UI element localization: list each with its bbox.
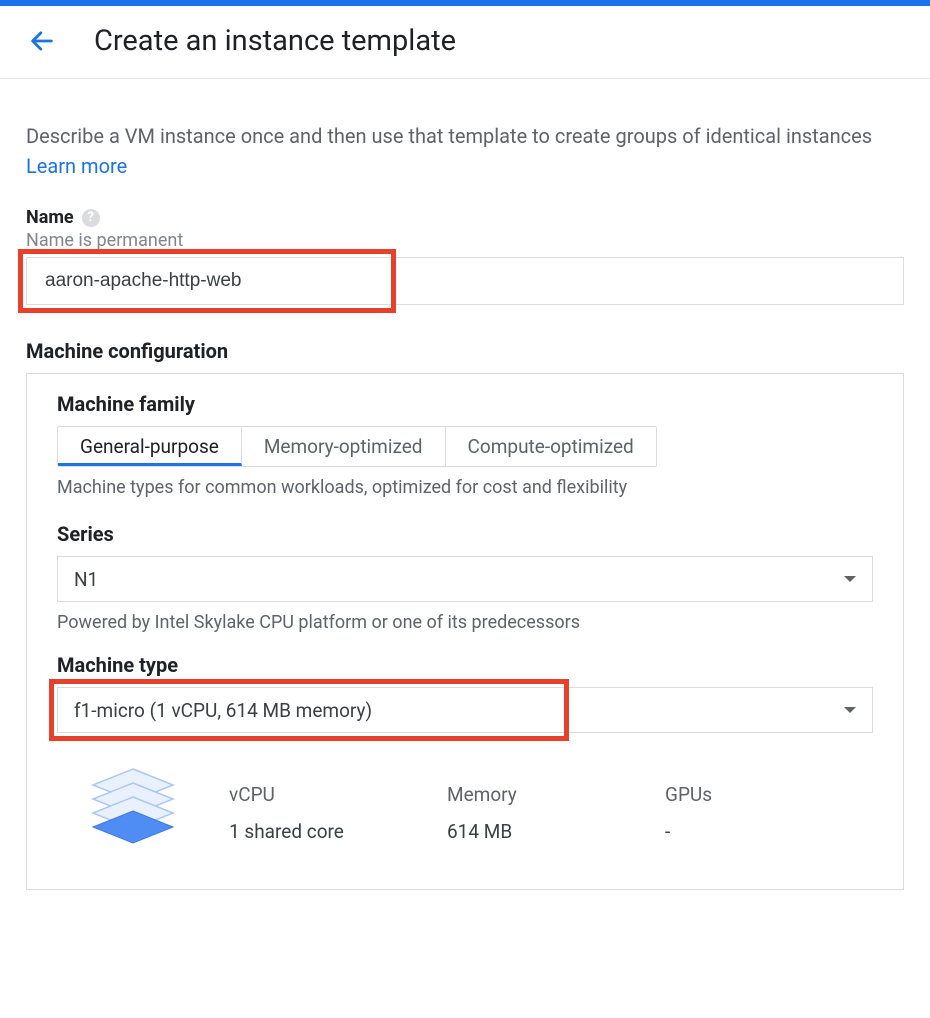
series-select[interactable]: N1 — [57, 556, 873, 602]
learn-more-link[interactable]: Learn more — [26, 154, 127, 178]
series-group: Series N1 Powered by Intel Skylake CPU p… — [57, 522, 873, 633]
machine-family-label: Machine family — [57, 392, 873, 416]
machine-type-value: f1-micro (1 vCPU, 614 MB memory) — [74, 699, 372, 722]
vcpu-value: 1 shared core — [229, 820, 399, 843]
back-arrow-icon[interactable] — [26, 25, 58, 57]
series-value: N1 — [74, 568, 98, 591]
name-input[interactable] — [26, 257, 904, 305]
chevron-down-icon — [844, 576, 856, 582]
page-title: Create an instance template — [94, 24, 456, 58]
chevron-down-icon — [844, 707, 856, 713]
tab-general-purpose[interactable]: General-purpose — [58, 427, 242, 466]
machine-family-hint: Machine types for common workloads, opti… — [57, 477, 873, 498]
memory-label: Memory — [447, 783, 617, 806]
name-sublabel: Name is permanent — [26, 230, 904, 251]
vcpu-label: vCPU — [229, 783, 399, 806]
memory-col: Memory 614 MB — [447, 783, 617, 843]
machine-config-heading: Machine configuration — [26, 339, 904, 363]
page-header: Create an instance template — [0, 6, 930, 79]
machine-config-card: Machine family General-purpose Memory-op… — [26, 373, 904, 890]
series-label: Series — [57, 522, 873, 546]
description-text: Describe a VM instance once and then use… — [26, 124, 872, 148]
series-hint: Powered by Intel Skylake CPU platform or… — [57, 612, 873, 633]
main-content: Describe a VM instance once and then use… — [0, 79, 930, 910]
name-label: Name — [26, 207, 74, 228]
vcpu-col: vCPU 1 shared core — [229, 783, 399, 843]
resource-summary: vCPU 1 shared core Memory 614 MB GPUs - — [57, 733, 873, 863]
gpus-value: - — [665, 820, 835, 843]
page-description: Describe a VM instance once and then use… — [26, 121, 904, 181]
machine-stack-icon — [85, 763, 181, 863]
machine-type-row: f1-micro (1 vCPU, 614 MB memory) — [57, 687, 873, 733]
tab-compute-optimized[interactable]: Compute-optimized — [446, 427, 656, 466]
machine-type-select[interactable]: f1-micro (1 vCPU, 614 MB memory) — [57, 687, 873, 733]
machine-family-tabs: General-purpose Memory-optimized Compute… — [57, 426, 657, 467]
name-input-row — [26, 257, 904, 305]
machine-type-group: Machine type f1-micro (1 vCPU, 614 MB me… — [57, 653, 873, 863]
gpus-col: GPUs - — [665, 783, 835, 843]
memory-value: 614 MB — [447, 820, 617, 843]
tab-memory-optimized[interactable]: Memory-optimized — [242, 427, 446, 466]
gpus-label: GPUs — [665, 783, 835, 806]
name-field-group: Name ? Name is permanent — [26, 207, 904, 305]
help-icon[interactable]: ? — [82, 209, 100, 227]
name-label-row: Name ? — [26, 207, 904, 228]
machine-type-label: Machine type — [57, 653, 873, 677]
